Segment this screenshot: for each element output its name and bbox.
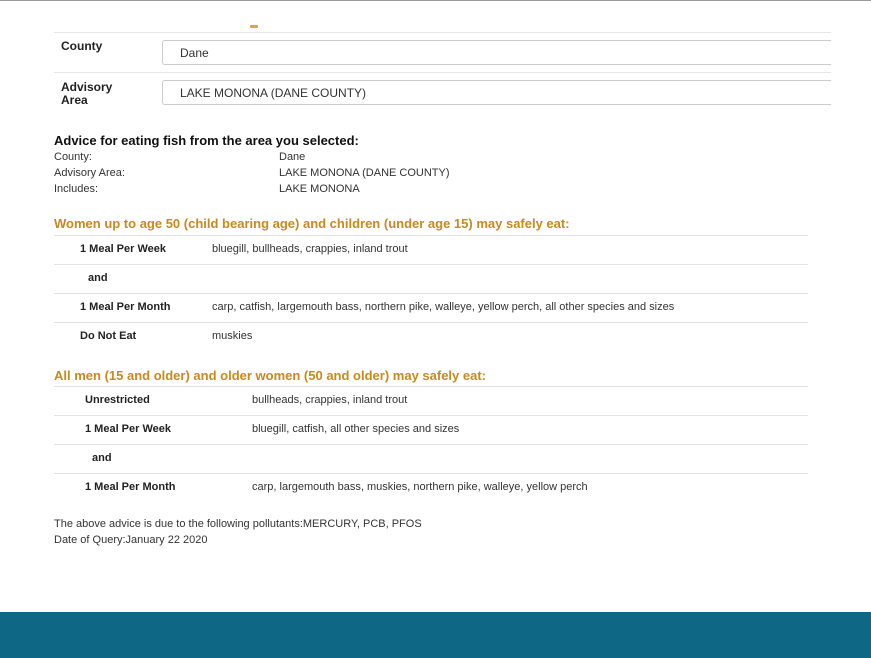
- meta-key: Advisory Area:: [54, 167, 125, 179]
- women-section-title: Women up to age 50 (child bearing age) a…: [54, 216, 570, 231]
- advisory-area-label: Advisory Area: [61, 81, 112, 107]
- table-row: Do Not Eat muskies: [54, 322, 808, 351]
- table-row: 1 Meal Per Week bluegill, bullheads, cra…: [54, 235, 808, 264]
- meta-value: LAKE MONONA (DANE COUNTY): [279, 167, 450, 179]
- table-row: 1 Meal Per Month carp, catfish, largemou…: [54, 293, 808, 322]
- row-value: bullheads, crappies, inland trout: [252, 394, 408, 406]
- meta-key: Includes:: [54, 183, 99, 195]
- table-row: and: [54, 264, 808, 293]
- meta-key: County:: [54, 151, 92, 163]
- meta-value: Dane: [279, 151, 306, 163]
- row-label: 1 Meal Per Week: [80, 243, 167, 255]
- row-label: 1 Meal Per Month: [80, 301, 171, 313]
- advisory-area-label-line1: Advisory: [61, 80, 113, 94]
- top-border: [0, 0, 871, 1]
- row-label: and: [88, 272, 108, 284]
- women-advice-table: 1 Meal Per Week bluegill, bullheads, cra…: [54, 235, 808, 351]
- meta-county: County: Dane: [54, 150, 305, 165]
- table-row: and: [54, 444, 808, 473]
- advisory-area-row: Advisory Area LAKE MONONA (DANE COUNTY): [54, 72, 831, 113]
- table-row: Unrestricted bullheads, crappies, inland…: [54, 386, 808, 415]
- row-value: muskies: [212, 330, 253, 342]
- county-row: County Dane: [54, 32, 831, 73]
- county-select[interactable]: Dane: [162, 40, 831, 65]
- row-label: and: [92, 452, 112, 464]
- row-value: carp, catfish, largemouth bass, northern…: [212, 301, 675, 313]
- query-date: Date of Query:January 22 2020: [54, 534, 208, 546]
- accent-mark: [250, 25, 258, 28]
- row-label: Do Not Eat: [80, 330, 137, 342]
- meta-includes: Includes: LAKE MONONA: [54, 182, 360, 197]
- table-row: 1 Meal Per Week bluegill, catfish, all o…: [54, 415, 808, 444]
- table-row: 1 Meal Per Month carp, largemouth bass, …: [54, 473, 808, 502]
- men-section-title: All men (15 and older) and older women (…: [54, 368, 486, 383]
- row-value: carp, largemouth bass, muskies, northern…: [252, 481, 588, 493]
- row-label: Unrestricted: [85, 394, 150, 406]
- meta-advisory-area: Advisory Area: LAKE MONONA (DANE COUNTY): [54, 166, 450, 181]
- advisory-area-label-line2: Area: [61, 93, 88, 107]
- advisory-area-select[interactable]: LAKE MONONA (DANE COUNTY): [162, 80, 831, 105]
- pollutants-note: The above advice is due to the following…: [54, 518, 422, 530]
- row-label: 1 Meal Per Month: [85, 481, 176, 493]
- row-value: bluegill, catfish, all other species and…: [252, 423, 460, 435]
- row-value: bluegill, bullheads, crappies, inland tr…: [212, 243, 408, 255]
- site-footer: [0, 612, 871, 658]
- county-label: County: [61, 39, 103, 53]
- row-label: 1 Meal Per Week: [85, 423, 172, 435]
- meta-value: LAKE MONONA: [279, 183, 360, 195]
- men-advice-table: Unrestricted bullheads, crappies, inland…: [54, 386, 808, 502]
- footnote: The above advice is due to the following…: [54, 516, 422, 548]
- advice-heading: Advice for eating fish from the area you…: [54, 133, 359, 148]
